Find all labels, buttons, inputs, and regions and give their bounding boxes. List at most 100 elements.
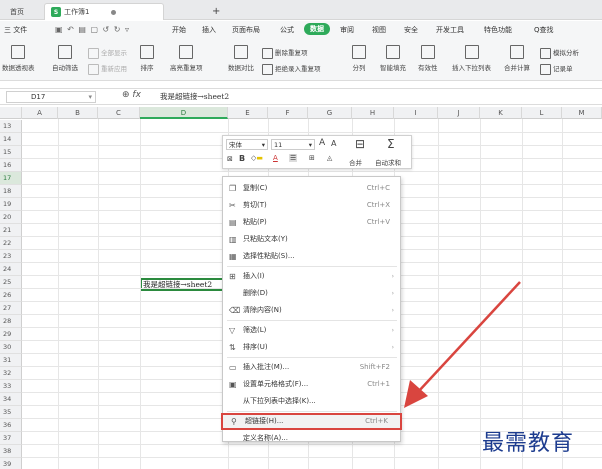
merge-button[interactable]: 合并: [349, 157, 362, 167]
row-header-22[interactable]: 22: [0, 237, 22, 250]
row-header-32[interactable]: 32: [0, 367, 22, 380]
font-select[interactable]: 宋体 ▾: [226, 139, 268, 150]
font-size-select[interactable]: 11 ▾: [271, 139, 315, 150]
row-header-20[interactable]: 20: [0, 211, 22, 224]
reject-duplicates-button[interactable]: 拒绝录入重复项: [262, 63, 321, 75]
row-header-37[interactable]: 37: [0, 432, 22, 445]
context-menu-item[interactable]: ▥ 只粘贴文本(Y): [223, 231, 400, 248]
context-menu-item[interactable]: ▽ 筛选(L) ›: [223, 322, 400, 339]
text-to-columns-button[interactable]: 分列: [352, 45, 366, 72]
row-header-28[interactable]: 28: [0, 315, 22, 328]
search-button[interactable]: Q查找: [534, 25, 554, 35]
context-menu-item[interactable]: ▤ 粘贴(P) Ctrl+V: [223, 214, 400, 231]
menu-security[interactable]: 安全: [404, 25, 418, 35]
context-menu-item[interactable]: 定义名称(A)...: [223, 430, 400, 447]
chevron-down-icon[interactable]: ▾: [88, 92, 92, 103]
row-header-21[interactable]: 21: [0, 224, 22, 237]
row-header-16[interactable]: 16: [0, 159, 22, 172]
column-header-c[interactable]: C: [98, 107, 140, 119]
tab-home[interactable]: 首页: [4, 3, 30, 20]
context-menu-item[interactable]: ▭ 插入批注(M)... Shift+F2: [223, 359, 400, 376]
auto-filter-button[interactable]: 自动筛选: [52, 45, 78, 72]
show-all-button[interactable]: 全部显示: [88, 47, 127, 59]
row-header-38[interactable]: 38: [0, 445, 22, 458]
context-menu-item[interactable]: ❐ 复制(C) Ctrl+C: [223, 180, 400, 197]
context-menu-item[interactable]: ▣ 设置单元格格式(F)... Ctrl+1: [223, 376, 400, 393]
fx-icon[interactable]: ⊕ fx: [122, 90, 141, 100]
decrease-font-icon[interactable]: A: [331, 139, 336, 148]
autosum-button[interactable]: 自动求和: [375, 157, 401, 167]
record-form-button[interactable]: 记录单: [540, 63, 573, 75]
row-header-26[interactable]: 26: [0, 289, 22, 302]
column-header-d[interactable]: D: [140, 107, 228, 119]
row-header-34[interactable]: 34: [0, 393, 22, 406]
insert-dropdown-button[interactable]: 插入下拉列表: [452, 45, 491, 72]
fill-color-icon[interactable]: ◇▬: [251, 154, 263, 162]
menu-developer[interactable]: 开发工具: [436, 25, 464, 35]
format-painter-icon[interactable]: ⊠: [227, 155, 233, 163]
column-header-f[interactable]: F: [268, 107, 308, 119]
context-menu-item[interactable]: ▦ 选择性粘贴(S)...: [223, 248, 400, 265]
context-menu-item[interactable]: ⊞ 插入(I) ›: [223, 268, 400, 285]
menu-special[interactable]: 特色功能: [484, 25, 512, 35]
row-header-19[interactable]: 19: [0, 198, 22, 211]
row-header-17[interactable]: 17: [0, 172, 22, 185]
column-header-h[interactable]: H: [352, 107, 394, 119]
context-menu-item[interactable]: 删除(D) ›: [223, 285, 400, 302]
row-header-24[interactable]: 24: [0, 263, 22, 276]
align-icon[interactable]: ☰: [289, 154, 298, 162]
row-header-31[interactable]: 31: [0, 354, 22, 367]
column-header-b[interactable]: B: [58, 107, 98, 119]
menu-start[interactable]: 开始: [172, 25, 186, 35]
row-header-36[interactable]: 36: [0, 419, 22, 432]
row-header-14[interactable]: 14: [0, 133, 22, 146]
row-header-29[interactable]: 29: [0, 328, 22, 341]
select-all-corner[interactable]: [0, 107, 22, 119]
consolidate-button[interactable]: 合并计算: [504, 45, 530, 72]
new-tab-button[interactable]: +: [206, 3, 226, 20]
pivot-table-button[interactable]: 数据透视表: [2, 45, 35, 72]
menu-insert[interactable]: 插入: [202, 25, 216, 35]
quick-access-icons[interactable]: ▣ ↶ ▤ ▢ ↺ ↻ ▿: [55, 25, 130, 34]
menu-view[interactable]: 视图: [372, 25, 386, 35]
column-header-g[interactable]: G: [308, 107, 352, 119]
flash-fill-button[interactable]: 智能填充: [380, 45, 406, 72]
row-header-18[interactable]: 18: [0, 185, 22, 198]
cell-d17[interactable]: 我是超链接→sheet2: [140, 278, 228, 291]
row-header-13[interactable]: 13: [0, 120, 22, 133]
row-header-25[interactable]: 25: [0, 276, 22, 289]
remove-duplicates-button[interactable]: 删除重复项: [262, 47, 308, 59]
border-icon[interactable]: ⊞: [309, 154, 315, 162]
formula-input[interactable]: 我是超链接→sheet2: [160, 91, 229, 102]
menu-page-layout[interactable]: 页面布局: [232, 25, 260, 35]
row-header-15[interactable]: 15: [0, 146, 22, 159]
sort-button[interactable]: 排序: [140, 45, 154, 72]
bold-icon[interactable]: B: [239, 154, 245, 163]
context-menu-item[interactable]: ⌫ 清除内容(N) ›: [223, 302, 400, 319]
context-menu-item[interactable]: ⇅ 排序(U) ›: [223, 339, 400, 356]
name-box[interactable]: D17 ▾: [6, 91, 96, 103]
row-header-30[interactable]: 30: [0, 341, 22, 354]
context-menu-item[interactable]: ⚲ 超链接(H)... Ctrl+K: [221, 413, 402, 430]
file-menu[interactable]: 三 文件: [4, 25, 27, 35]
column-header-k[interactable]: K: [480, 107, 522, 119]
highlight-duplicates-button[interactable]: 高亮重复项: [170, 45, 203, 72]
column-header-l[interactable]: L: [522, 107, 562, 119]
sum-icon[interactable]: Σ: [387, 137, 395, 151]
increase-font-icon[interactable]: A: [319, 138, 325, 148]
menu-formula[interactable]: 公式: [280, 25, 294, 35]
column-header-a[interactable]: A: [22, 107, 58, 119]
menu-data[interactable]: 数据: [304, 23, 330, 35]
clear-format-icon[interactable]: ◬: [327, 154, 332, 162]
data-compare-button[interactable]: 数据对比: [228, 45, 254, 72]
context-menu-item[interactable]: ✂ 剪切(T) Ctrl+X: [223, 197, 400, 214]
row-header-23[interactable]: 23: [0, 250, 22, 263]
row-header-35[interactable]: 35: [0, 406, 22, 419]
row-header-33[interactable]: 33: [0, 380, 22, 393]
row-header-39[interactable]: 39: [0, 458, 22, 469]
validation-button[interactable]: 有效性: [418, 45, 438, 72]
column-header-j[interactable]: J: [438, 107, 480, 119]
column-header-m[interactable]: M: [562, 107, 602, 119]
what-if-button[interactable]: 模拟分析: [540, 47, 579, 59]
context-menu-item[interactable]: 从下拉列表中选择(K)...: [223, 393, 400, 410]
